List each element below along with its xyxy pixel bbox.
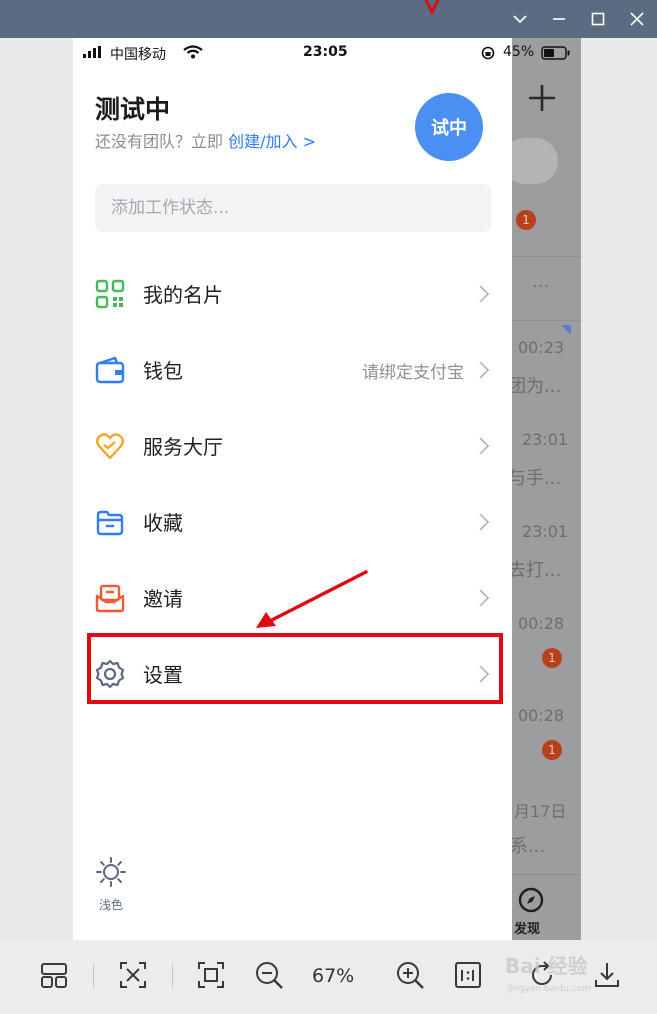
menu-item-invite[interactable]: 邀请	[73, 562, 512, 632]
chevron-right-icon	[479, 285, 490, 303]
menu-item-my-card[interactable]: 我的名片	[73, 258, 512, 328]
divider	[512, 256, 581, 257]
chat-time: 00:28	[518, 614, 565, 633]
work-status-input[interactable]	[95, 184, 491, 232]
maximize-button[interactable]	[578, 0, 618, 38]
viewer-titlebar	[0, 0, 657, 38]
side-drawer: 中国移动 23:05 45% 测试中 还没有团队？立即 创建/加入 > 试中 添…	[73, 38, 570, 940]
favorites-folder-icon	[96, 510, 124, 536]
chevron-right-icon	[479, 513, 490, 531]
team-prompt-text: 还没有团队？立即	[95, 132, 224, 151]
compass-icon	[518, 887, 544, 913]
menu-item-settings[interactable]: 设置	[73, 638, 512, 708]
zoom-in-icon[interactable]	[393, 958, 427, 992]
chevron-down-icon[interactable]	[500, 0, 540, 38]
minimize-button[interactable]	[539, 0, 579, 38]
battery-icon	[541, 46, 570, 60]
qr-card-icon	[95, 279, 125, 309]
baidu-watermark: Bai 经验	[505, 954, 588, 978]
battery-percent: 45%	[503, 44, 535, 60]
annotation-stroke-mark	[424, 0, 440, 16]
background-search-pill	[512, 138, 558, 184]
wifi-icon	[183, 45, 203, 59]
background-app-overlay: 1 ··· 00:23 团为... 23:01 与手... 23:01 去打..…	[512, 38, 581, 940]
chat-snippet: 去打...	[512, 560, 562, 581]
more-icon: ···	[532, 276, 550, 297]
chevron-right-icon	[479, 361, 490, 379]
chat-snippet: 与手...	[512, 468, 562, 489]
close-button[interactable]	[617, 0, 657, 38]
invite-envelope-icon	[95, 584, 125, 613]
signal-icon	[83, 46, 101, 58]
wallet-icon	[95, 356, 125, 384]
text-recognition-icon[interactable]	[116, 958, 150, 992]
divider	[512, 874, 581, 875]
chat-time: 00:28	[518, 706, 565, 725]
unread-badge: 1	[542, 648, 562, 668]
unread-badge: 1	[516, 210, 536, 230]
toolbar-separator	[93, 964, 94, 988]
zoom-out-icon[interactable]	[252, 958, 286, 992]
theme-label: 浅色	[98, 898, 123, 912]
download-icon[interactable]	[590, 958, 624, 992]
discover-tab-label: 发现	[514, 922, 541, 937]
chevron-right-icon	[479, 437, 490, 455]
menu-item-service-hall[interactable]: 服务大厅	[73, 410, 512, 480]
create-join-team-link[interactable]: 创建/加入 >	[228, 132, 316, 151]
layout-icon[interactable]	[37, 958, 71, 992]
chevron-right-icon	[479, 665, 490, 683]
menu-item-label: 收藏	[143, 511, 183, 535]
user-name: 测试中	[95, 95, 171, 124]
divider	[512, 320, 581, 321]
chat-time: 23:01	[522, 430, 569, 449]
fit-screen-icon[interactable]	[194, 958, 228, 992]
sun-icon	[96, 857, 126, 887]
clock: 23:05	[303, 44, 348, 60]
chat-time: 月17日	[514, 802, 567, 821]
menu-item-label: 邀请	[143, 587, 183, 611]
light-theme-toggle[interactable]: 浅色	[91, 856, 131, 916]
chat-snippet: 团为...	[512, 376, 562, 397]
toolbar-separator	[172, 964, 173, 988]
menu-item-wallet[interactable]: 钱包 请绑定支付宝	[73, 334, 512, 404]
baidu-watermark-url: jingyan.baidu.com	[508, 984, 592, 994]
phone-screenshot: 1 ··· 00:23 团为... 23:01 与手... 23:01 去打..…	[73, 38, 581, 940]
corner-flag-icon	[561, 325, 571, 335]
chat-time: 23:01	[522, 522, 569, 541]
rotation-lock-icon	[481, 46, 495, 60]
chat-snippet: 系...	[512, 836, 546, 857]
carrier-label: 中国移动	[110, 47, 166, 63]
plus-icon	[529, 85, 555, 111]
team-prompt-line: 还没有团队？立即 创建/加入 >	[95, 128, 316, 152]
unread-badge: 1	[542, 740, 562, 760]
avatar[interactable]: 试中	[415, 93, 483, 161]
chat-time: 00:23	[518, 338, 565, 357]
actual-size-icon[interactable]	[451, 958, 485, 992]
menu-item-label: 设置	[143, 663, 183, 687]
gear-icon	[95, 659, 125, 689]
menu-item-label: 我的名片	[143, 283, 223, 307]
menu-item-favorites[interactable]: 收藏	[73, 486, 512, 556]
chevron-right-icon	[479, 589, 490, 607]
service-hall-icon	[96, 433, 124, 460]
zoom-level: 67%	[312, 965, 355, 987]
menu-item-label: 服务大厅	[143, 435, 223, 459]
menu-item-label: 钱包	[143, 359, 183, 383]
bind-alipay-hint: 请绑定支付宝	[362, 363, 464, 383]
